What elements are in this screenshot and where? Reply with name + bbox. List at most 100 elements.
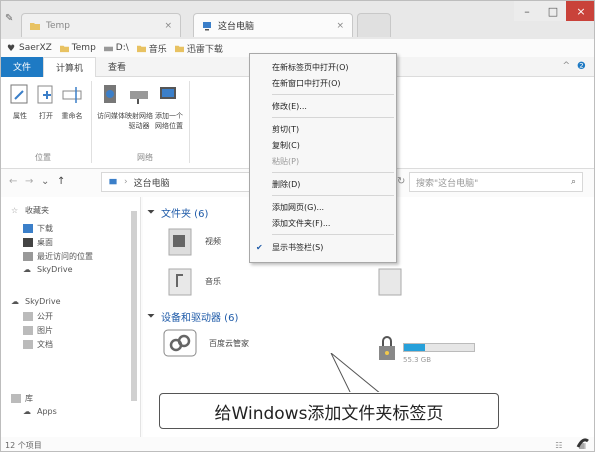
device-item[interactable]: 百度云管家 — [163, 329, 249, 357]
nav-item[interactable]: ☁ SkyDrive — [23, 265, 73, 274]
up-icon[interactable]: ↑ — [57, 176, 65, 187]
folder-item[interactable]: 音乐 — [167, 265, 221, 297]
group-divider — [189, 81, 190, 163]
rename-icon — [62, 87, 82, 103]
folder-icon — [23, 312, 33, 321]
chevron-down-icon: ⏷ — [147, 311, 155, 322]
nav-library[interactable]: 库 — [11, 393, 33, 404]
map-drive-button[interactable]: 映射网络 驱动器 — [125, 83, 153, 131]
cloud-icon: ☁ — [23, 265, 31, 274]
computer-icon — [109, 178, 117, 184]
help-icon[interactable]: ❷ — [577, 61, 586, 72]
forward-icon[interactable]: → — [25, 176, 33, 187]
nav-item[interactable]: ☁ Apps — [23, 407, 57, 416]
menu-item-open-new-tab[interactable]: 在新标签页中打开(O) — [250, 60, 396, 75]
close-tab-icon[interactable]: × — [164, 21, 172, 31]
tab-temp[interactable]: Temp × — [21, 13, 181, 37]
context-menu: 在新标签页中打开(O) 在新窗口中打开(O) 修改(E)... 剪切(T) 复制… — [249, 53, 397, 263]
cloud-icon: ☁ — [11, 297, 19, 306]
drive-size-label: 55.3 GB — [403, 356, 432, 364]
menu-item-show-bookmarks-bar[interactable]: ✔ 显示书签栏(S) — [250, 240, 396, 255]
open-button[interactable]: 打开 — [35, 83, 57, 121]
rename-button[interactable]: 重命名 — [61, 83, 83, 121]
menu-item-add-page[interactable]: 添加网页(G)... — [250, 200, 396, 215]
menu-item-cut[interactable]: 剪切(T) — [250, 122, 396, 137]
add-network-location-button[interactable]: 添加一个 网络位置 — [155, 83, 183, 131]
devices-section-header[interactable]: ⏷ 设备和驱动器 (6) — [147, 309, 238, 324]
baidu-cloud-icon — [163, 329, 197, 357]
close-tab-icon[interactable]: × — [336, 21, 344, 31]
menu-separator — [272, 117, 394, 118]
nav-item[interactable]: 文档 — [23, 339, 53, 350]
network-location-icon — [160, 87, 176, 99]
music-folder-icon — [168, 268, 192, 296]
drive-usage-bar — [403, 343, 475, 352]
favorite-item[interactable]: D:\ — [103, 43, 129, 53]
refresh-icon[interactable]: ↻ — [397, 176, 405, 187]
group-name: 位置 — [35, 153, 51, 162]
scrollbar-thumb[interactable] — [131, 211, 137, 401]
menu-item-paste[interactable]: 粘贴(P) — [250, 154, 396, 169]
maximize-button[interactable]: □ — [540, 1, 566, 21]
library-icon — [11, 394, 21, 403]
tab-view[interactable]: 查看 — [96, 57, 138, 77]
folder-icon — [136, 45, 146, 52]
favorite-item[interactable]: ♥ SaerXZ — [7, 43, 52, 54]
folder-icon[interactable] — [377, 265, 403, 297]
chevron-down-icon[interactable]: ⌄ — [41, 176, 49, 187]
path-separator: › — [124, 177, 128, 187]
open-icon — [37, 85, 53, 104]
close-window-button[interactable]: × — [566, 1, 594, 21]
menu-separator — [272, 195, 394, 196]
video-folder-icon — [168, 228, 192, 256]
folder-icon — [30, 22, 40, 30]
watermark-logo — [576, 438, 589, 448]
menu-item-delete[interactable]: 删除(D) — [250, 177, 396, 192]
folders-section-header[interactable]: ⏷ 文件夹 (6) — [147, 205, 208, 220]
callout-pointer — [330, 353, 385, 395]
caption-callout: 给Windows添加文件夹标签页 — [159, 393, 499, 429]
tab-label: Temp — [46, 20, 70, 31]
star-icon: ☆ — [11, 206, 19, 215]
network-drive-icon — [130, 91, 148, 104]
favorite-item[interactable]: 迅雷下载 — [174, 42, 223, 55]
cloud-icon: ☁ — [23, 407, 31, 416]
menu-separator — [272, 234, 394, 235]
menu-item-add-folder[interactable]: 添加文件夹(F)... — [250, 216, 396, 231]
menu-item-edit[interactable]: 修改(E)... — [250, 99, 396, 114]
nav-favorites[interactable]: ☆ 收藏夹 — [11, 205, 49, 216]
drive-icon — [103, 46, 113, 51]
tab-computer[interactable]: 计算机 — [43, 56, 97, 77]
favorite-item[interactable]: 音乐 — [136, 42, 167, 55]
tab-this-pc[interactable]: 这台电脑 × — [193, 13, 353, 37]
folder-item[interactable]: 视频 — [167, 225, 221, 257]
tab-file[interactable]: 文件 — [1, 56, 44, 77]
nav-item[interactable]: 下载 — [23, 223, 53, 234]
menu-separator — [272, 94, 394, 95]
nav-item[interactable]: 桌面 — [23, 237, 53, 248]
chevron-up-icon[interactable]: ^ — [562, 61, 570, 71]
nav-item[interactable]: 图片 — [23, 325, 53, 336]
back-icon[interactable]: ← — [9, 176, 17, 187]
folder-icon — [59, 45, 69, 52]
new-tab-button[interactable] — [357, 13, 391, 37]
recent-places-icon — [23, 252, 33, 261]
details-view-icon[interactable]: ☷ — [555, 441, 562, 450]
minimize-button[interactable]: – — [514, 1, 540, 21]
search-input[interactable]: 搜索"这台电脑" ⌕ — [409, 172, 583, 192]
nav-skydrive[interactable]: ☁ SkyDrive — [11, 297, 61, 306]
chevron-down-icon: ⏷ — [147, 207, 155, 218]
access-media-button[interactable]: 访问媒体 — [97, 83, 125, 121]
pin-icon[interactable]: ✎ — [5, 13, 17, 25]
menu-item-copy[interactable]: 复制(C) — [250, 138, 396, 153]
folder-icon — [174, 45, 184, 52]
menu-item-open-new-window[interactable]: 在新窗口中打开(O) — [250, 76, 396, 91]
tab-label: 这台电脑 — [218, 22, 255, 32]
checkmark-icon: ✔ — [256, 243, 263, 252]
favorite-item[interactable]: Temp — [59, 43, 96, 53]
nav-item[interactable]: 公开 — [23, 311, 53, 322]
properties-button[interactable]: 属性 — [9, 83, 31, 121]
drive-usage-fill — [404, 344, 425, 351]
nav-item[interactable]: 最近访问的位置 — [23, 251, 93, 262]
scrollbar[interactable] — [129, 197, 139, 427]
